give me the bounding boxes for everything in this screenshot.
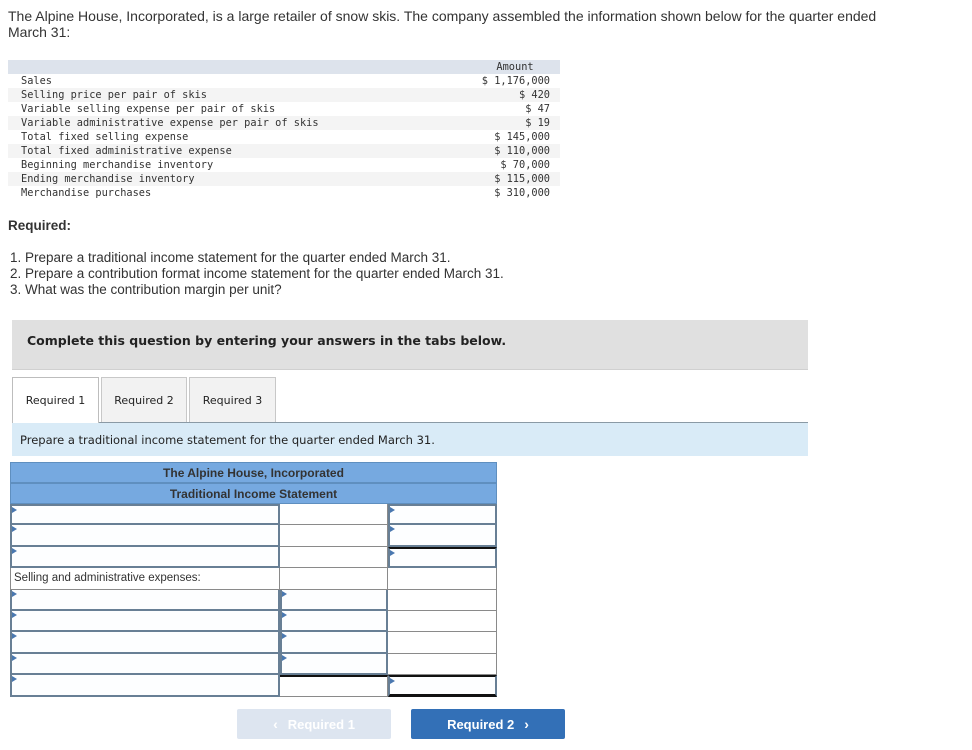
row-value: $ 19 bbox=[525, 117, 550, 129]
total-input[interactable] bbox=[388, 504, 497, 526]
amount-column-header: Amount bbox=[496, 61, 534, 73]
label-dropdown[interactable] bbox=[10, 589, 280, 611]
statement-row bbox=[10, 546, 497, 569]
tab-required-1[interactable]: Required 1 bbox=[12, 377, 99, 423]
chevron-right-icon: › bbox=[524, 716, 529, 732]
required-item: 2. Prepare a contribution format income … bbox=[10, 266, 504, 281]
label-dropdown[interactable] bbox=[10, 504, 280, 526]
row-label: Beginning merchandise inventory bbox=[21, 159, 214, 171]
label-dropdown[interactable] bbox=[10, 525, 280, 547]
amount-input[interactable] bbox=[280, 589, 388, 611]
answer-tabs: Required 1 Required 2 Required 3 bbox=[12, 377, 278, 423]
given-data-table: Amount Sales $ 1,176,000 Selling price p… bbox=[8, 60, 560, 200]
chevron-left-icon: ‹ bbox=[273, 716, 278, 732]
section-label: Selling and administrative expenses: bbox=[14, 572, 201, 585]
total-cell bbox=[388, 589, 497, 611]
next-button-label: Required 2 bbox=[447, 716, 515, 732]
total-cell bbox=[388, 610, 497, 633]
table-row: Sales $ 1,176,000 bbox=[8, 74, 560, 88]
row-label: Sales bbox=[21, 75, 52, 87]
amount-cell bbox=[280, 504, 388, 526]
required-heading: Required: bbox=[8, 218, 72, 233]
row-label: Selling price per pair of skis bbox=[21, 89, 207, 101]
table-row: Variable selling expense per pair of ski… bbox=[8, 102, 560, 116]
next-button[interactable]: Required 2 › bbox=[411, 709, 565, 739]
statement-title: Traditional Income Statement bbox=[10, 483, 497, 504]
amount-cell bbox=[280, 525, 388, 547]
table-row: Variable administrative expense per pair… bbox=[8, 116, 560, 130]
total-cell bbox=[388, 653, 497, 676]
statement-company-name: The Alpine House, Incorporated bbox=[10, 462, 497, 483]
label-dropdown[interactable] bbox=[10, 653, 280, 676]
table-row: Total fixed administrative expense $ 110… bbox=[8, 144, 560, 158]
amount-input[interactable] bbox=[280, 653, 388, 676]
given-table-header: Amount bbox=[8, 60, 560, 74]
row-label: Merchandise purchases bbox=[21, 187, 152, 199]
table-row: Beginning merchandise inventory $ 70,000 bbox=[8, 158, 560, 172]
section-label-cell: Selling and administrative expenses: bbox=[10, 568, 280, 590]
table-row: Selling price per pair of skis $ 420 bbox=[8, 88, 560, 102]
required-list: 1. Prepare a traditional income statemen… bbox=[10, 250, 504, 298]
row-label: Total fixed selling expense bbox=[21, 131, 189, 143]
label-dropdown[interactable] bbox=[10, 610, 280, 633]
total-input[interactable] bbox=[388, 675, 497, 697]
previous-button[interactable]: ‹ Required 1 bbox=[237, 709, 391, 739]
table-row: Total fixed selling expense $ 145,000 bbox=[8, 130, 560, 144]
statement-row bbox=[10, 589, 497, 611]
label-dropdown[interactable] bbox=[10, 546, 280, 569]
amount-cell bbox=[280, 675, 388, 697]
total-input[interactable] bbox=[388, 546, 497, 569]
row-value: $ 310,000 bbox=[494, 187, 550, 199]
total-cell bbox=[388, 568, 497, 590]
row-label: Variable selling expense per pair of ski… bbox=[21, 103, 276, 115]
row-value: $ 110,000 bbox=[494, 145, 550, 157]
row-value: $ 145,000 bbox=[494, 131, 550, 143]
statement-row bbox=[10, 610, 497, 633]
tab-required-2[interactable]: Required 2 bbox=[101, 377, 187, 422]
row-value: $ 1,176,000 bbox=[481, 75, 550, 87]
label-dropdown[interactable] bbox=[10, 632, 280, 654]
row-label: Total fixed administrative expense bbox=[21, 145, 232, 157]
instruction-text: Prepare a traditional income statement f… bbox=[20, 433, 435, 447]
problem-intro: The Alpine House, Incorporated, is a lar… bbox=[8, 8, 877, 40]
amount-cell bbox=[280, 546, 388, 569]
row-value: $ 420 bbox=[519, 89, 550, 101]
amount-input[interactable] bbox=[280, 632, 388, 654]
statement-row bbox=[10, 525, 497, 547]
row-label: Ending merchandise inventory bbox=[21, 173, 195, 185]
statement-section-row: Selling and administrative expenses: bbox=[10, 568, 497, 590]
row-value: $ 70,000 bbox=[500, 159, 550, 171]
label-dropdown[interactable] bbox=[10, 675, 280, 697]
statement-grid: Selling and administrative expenses: bbox=[10, 504, 497, 697]
total-input[interactable] bbox=[388, 525, 497, 547]
table-row: Ending merchandise inventory $ 115,000 bbox=[8, 172, 560, 186]
table-row: Merchandise purchases $ 310,000 bbox=[8, 186, 560, 200]
statement-row bbox=[10, 653, 497, 676]
income-statement: The Alpine House, Incorporated Tradition… bbox=[10, 462, 497, 697]
row-value: $ 47 bbox=[525, 103, 550, 115]
required-item: 1. Prepare a traditional income statemen… bbox=[10, 250, 451, 265]
amount-input[interactable] bbox=[280, 610, 388, 633]
tab-required-3[interactable]: Required 3 bbox=[189, 377, 276, 422]
tab-instruction: Prepare a traditional income statement f… bbox=[12, 422, 808, 456]
row-label: Variable administrative expense per pair… bbox=[21, 117, 319, 129]
row-value: $ 115,000 bbox=[494, 173, 550, 185]
instructions-banner: Complete this question by entering your … bbox=[12, 320, 808, 370]
statement-row bbox=[10, 504, 497, 526]
total-cell bbox=[388, 632, 497, 654]
banner-text: Complete this question by entering your … bbox=[27, 333, 507, 348]
statement-row bbox=[10, 675, 497, 697]
amount-cell bbox=[280, 568, 388, 590]
previous-button-label: Required 1 bbox=[287, 716, 355, 732]
statement-row bbox=[10, 632, 497, 654]
required-item: 3. What was the contribution margin per … bbox=[10, 282, 282, 297]
